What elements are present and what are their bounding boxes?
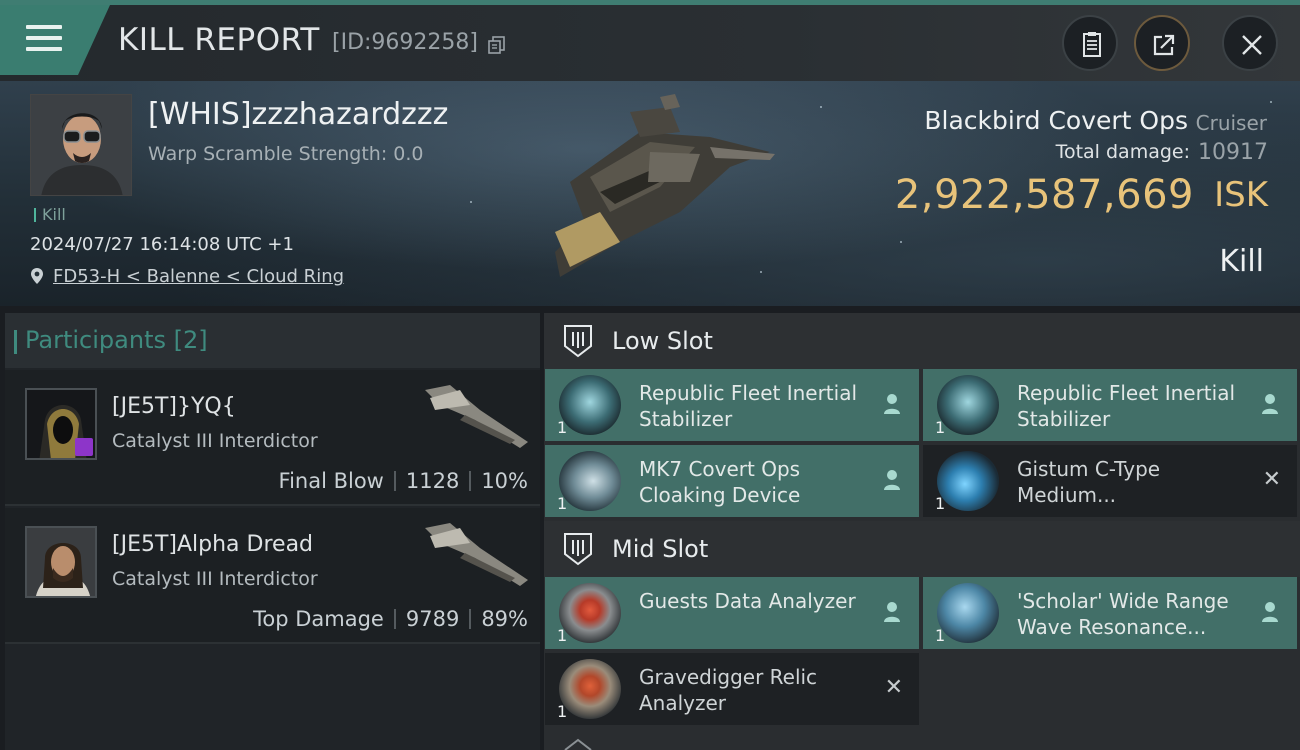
participant-role: Top Damage [253, 607, 384, 631]
kill-datetime: 2024/07/27 16:14:08 UTC +1 [30, 234, 294, 255]
share-icon [1153, 34, 1175, 56]
module-item[interactable]: 1 Republic Fleet Inertial Stabilizer [923, 369, 1297, 441]
victim-ship-class: Cruiser [1195, 111, 1267, 135]
total-damage-label: Total damage: [1055, 141, 1190, 163]
module-name: Guests Data Analyzer [639, 589, 856, 613]
module-item[interactable]: 1 Gravedigger Relic Analyzer ✕ [545, 653, 919, 725]
shield-booster-icon [937, 451, 999, 511]
data-analyzer-icon [559, 583, 621, 643]
clipboard-icon [1083, 32, 1101, 57]
participant-stats: Final Blow 1128 10% [279, 469, 528, 493]
participant-percent: 10% [481, 469, 528, 493]
module-name: Republic Fleet Inertial Stabilizer [639, 381, 858, 431]
victim-name[interactable]: [WHIS]zzzhazardzzz [148, 97, 448, 132]
ship-image[interactable] [530, 92, 780, 277]
inertial-stabilizer-icon [559, 375, 621, 435]
not-owned-x-icon: ✕ [884, 675, 903, 700]
isk-value: 2,922,587,669 [894, 172, 1194, 218]
low-slot-icon [564, 325, 592, 358]
participant-avatar[interactable] [25, 388, 97, 460]
participant-name: [JE5T]}YQ{ [112, 394, 236, 419]
inertial-stabilizer-icon [937, 375, 999, 435]
module-name: 'Scholar' Wide Range Wave Resonance... [1017, 589, 1229, 639]
mid-slot-title: Mid Slot [612, 535, 709, 563]
person-icon [1262, 602, 1278, 622]
page-title: KILL REPORT [118, 22, 320, 58]
cloaking-device-icon [559, 451, 621, 511]
low-slot-title: Low Slot [612, 327, 713, 355]
share-button[interactable] [1134, 15, 1190, 71]
module-quantity: 1 [557, 626, 568, 645]
module-quantity: 1 [935, 418, 946, 437]
kill-tag: Kill [34, 205, 66, 224]
wave-resonance-icon [937, 583, 999, 643]
participant-portrait-image [27, 528, 95, 596]
participant-role: Final Blow [278, 469, 384, 493]
total-damage-value: 10917 [1198, 140, 1268, 165]
participants-title: Participants [2] [14, 326, 208, 354]
module-item[interactable]: 1 Republic Fleet Inertial Stabilizer [545, 369, 919, 441]
module-name: MK7 Covert Ops Cloaking Device [639, 457, 801, 507]
copy-icon[interactable] [487, 35, 507, 55]
menu-icon[interactable] [26, 25, 62, 55]
participant-avatar[interactable] [25, 526, 97, 598]
participant-name: [JE5T]Alpha Dread [112, 532, 314, 557]
report-id: [ID:9692258] [332, 30, 478, 55]
participant-ship: Catalyst III Interdictor [112, 568, 318, 590]
low-slot-header: Low Slot [544, 313, 1300, 369]
participant-stats: Top Damage 9789 89% [253, 607, 528, 631]
participant-damage: 9789 [405, 607, 460, 631]
relic-analyzer-icon [559, 659, 621, 719]
module-quantity: 1 [557, 494, 568, 513]
module-item[interactable]: 1 'Scholar' Wide Range Wave Resonance... [923, 577, 1297, 649]
module-quantity: 1 [557, 418, 568, 437]
person-icon [884, 602, 900, 622]
mid-slot-icon [564, 533, 592, 566]
person-icon [884, 470, 900, 490]
participant-ship: Catalyst III Interdictor [112, 430, 318, 452]
isk-unit: ISK [1214, 175, 1268, 215]
participant-row[interactable]: [JE5T]Alpha Dread Catalyst III Interdict… [5, 508, 540, 644]
corp-badge-icon [75, 438, 93, 456]
person-icon [1262, 394, 1278, 414]
module-name: Gistum C-Type Medium... [1017, 457, 1161, 507]
module-item[interactable]: 1 MK7 Covert Ops Cloaking Device [545, 445, 919, 517]
participant-percent: 89% [481, 607, 528, 631]
module-quantity: 1 [557, 702, 568, 721]
location-pin-icon [31, 268, 43, 284]
kill-type: Kill [1219, 244, 1264, 279]
person-icon [884, 394, 900, 414]
module-item[interactable]: 1 Guests Data Analyzer [545, 577, 919, 649]
not-owned-x-icon: ✕ [1262, 467, 1281, 492]
victim-portrait-image [31, 95, 131, 195]
module-quantity: 1 [935, 494, 946, 513]
module-name: Gravedigger Relic Analyzer [639, 665, 818, 715]
next-slot-icon [564, 738, 592, 750]
victim-avatar[interactable] [30, 94, 132, 196]
participant-row[interactable]: [JE5T]}YQ{ Catalyst III Interdictor Fina… [5, 370, 540, 506]
close-button[interactable] [1222, 15, 1278, 71]
participant-damage: 1128 [405, 469, 460, 493]
module-item[interactable]: 1 Gistum C-Type Medium... ✕ [923, 445, 1297, 517]
module-name: Republic Fleet Inertial Stabilizer [1017, 381, 1236, 431]
warp-scramble-strength: Warp Scramble Strength: 0.0 [148, 143, 424, 165]
participant-ship-image [425, 385, 528, 448]
close-icon [1242, 35, 1262, 55]
module-quantity: 1 [935, 626, 946, 645]
participant-ship-image [425, 523, 528, 586]
clipboard-button[interactable] [1062, 15, 1118, 71]
victim-ship-name[interactable]: Blackbird Covert Ops [924, 106, 1188, 135]
mid-slot-header: Mid Slot [544, 521, 1300, 577]
location-link[interactable]: FD53-H < Balenne < Cloud Ring [53, 266, 344, 287]
